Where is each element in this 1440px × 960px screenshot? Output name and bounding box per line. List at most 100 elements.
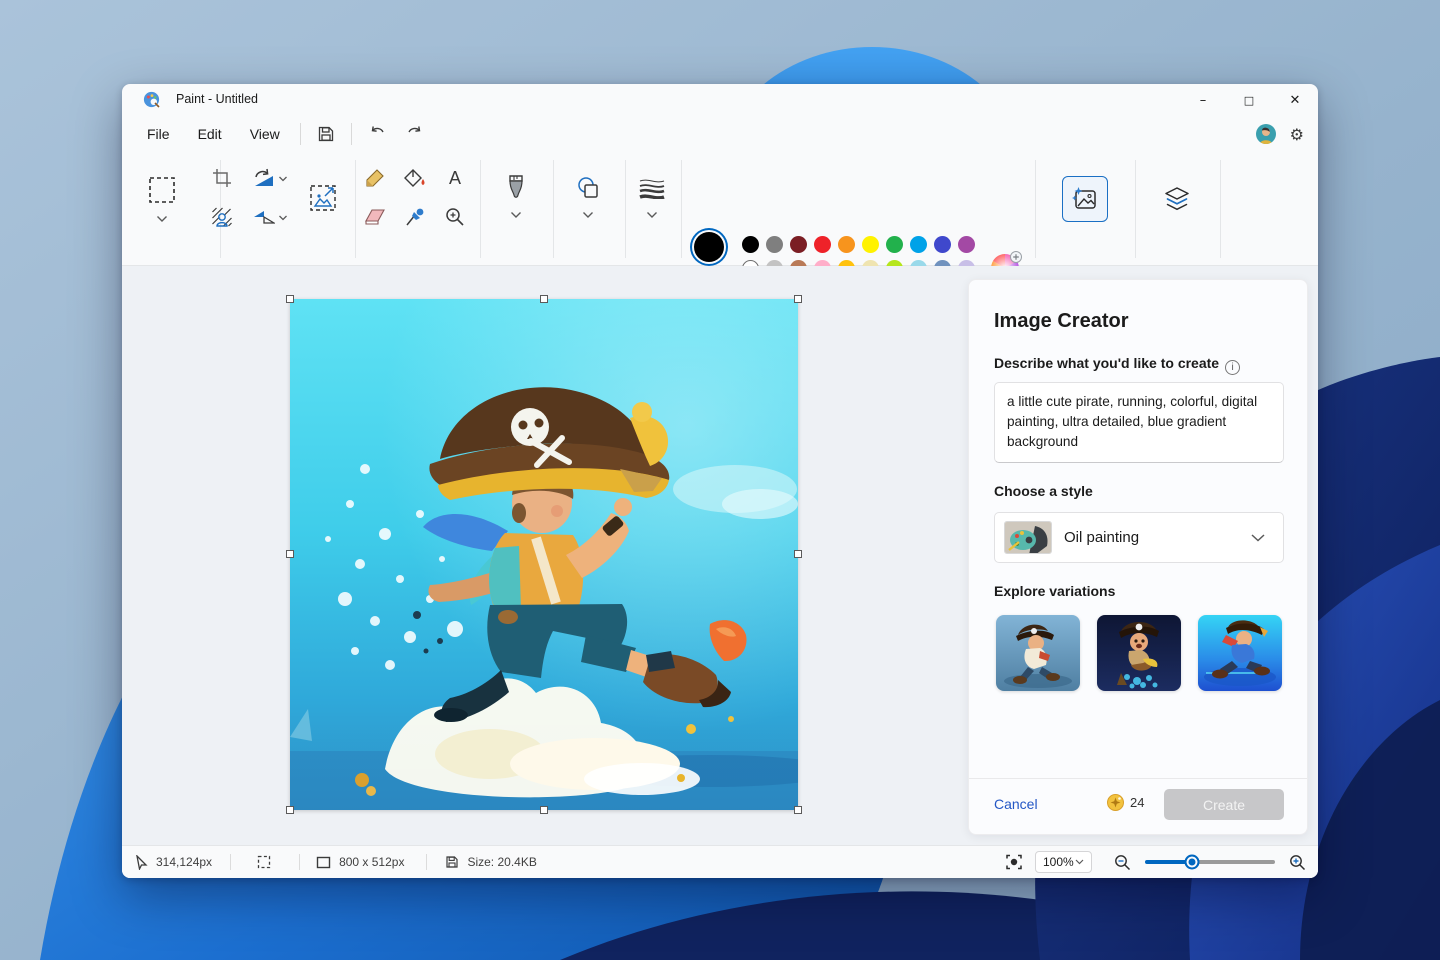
canvas-size-icon — [316, 856, 331, 869]
divider — [1135, 160, 1136, 258]
remove-background-button[interactable] — [212, 207, 233, 227]
selection-handle[interactable] — [286, 550, 294, 558]
selection-handle[interactable] — [794, 550, 802, 558]
flip-dropdown-chevron[interactable] — [279, 215, 288, 221]
window-title: Paint - Untitled — [176, 92, 258, 106]
redo-icon — [406, 125, 424, 143]
file-size-icon — [445, 855, 459, 869]
menu-file[interactable]: File — [133, 120, 184, 148]
zoom-slider-thumb[interactable] — [1184, 855, 1199, 870]
fill-tool-button[interactable] — [404, 168, 426, 188]
eraser-tool-button[interactable] — [364, 207, 386, 227]
color-swatch[interactable] — [958, 236, 975, 253]
color-swatch[interactable] — [790, 236, 807, 253]
credits-value: 24 — [1130, 795, 1144, 810]
zoom-slider[interactable] — [1145, 860, 1275, 864]
undo-button[interactable] — [358, 119, 396, 149]
svg-text:A: A — [449, 168, 461, 188]
style-label: Choose a style — [994, 483, 1093, 499]
fit-to-screen-icon[interactable] — [1005, 854, 1023, 870]
zoom-out-icon[interactable] — [1114, 854, 1131, 871]
selection-handle[interactable] — [794, 806, 802, 814]
flip-button[interactable] — [253, 208, 275, 226]
eraser-icon — [364, 207, 386, 227]
crop-button[interactable] — [212, 168, 232, 188]
magnifier-tool-button[interactable] — [445, 207, 465, 227]
create-button[interactable]: Create — [1164, 789, 1284, 820]
variation-thumbnail-2[interactable] — [1097, 615, 1181, 691]
user-avatar[interactable] — [1256, 124, 1276, 144]
save-button[interactable] — [307, 119, 345, 149]
foreground-color-swatch[interactable] — [694, 232, 724, 262]
divider — [355, 160, 356, 258]
image-creator-button[interactable] — [1062, 176, 1108, 222]
close-button[interactable]: ✕ — [1272, 84, 1318, 116]
file-size: Size: 20.4KB — [445, 855, 536, 869]
selection-handle[interactable] — [794, 295, 802, 303]
text-icon: A — [446, 168, 464, 188]
resize-button[interactable] — [309, 184, 337, 212]
image-creator-panel: Image Creator Describe what you'd like t… — [968, 279, 1308, 835]
selection-tool-button[interactable] — [147, 175, 177, 205]
brushes-button[interactable] — [507, 175, 525, 201]
resize-icon — [309, 184, 337, 212]
brush-icon — [507, 175, 525, 201]
color-picker-tool-button[interactable] — [405, 207, 425, 227]
color-swatch[interactable] — [838, 236, 855, 253]
zoom-level-dropdown[interactable]: 100% — [1035, 851, 1092, 873]
layers-button[interactable] — [1163, 185, 1191, 213]
color-swatch[interactable] — [862, 236, 879, 253]
divider — [230, 854, 231, 870]
magnifier-icon — [445, 207, 465, 227]
redo-button[interactable] — [396, 119, 434, 149]
cursor-icon — [135, 855, 148, 870]
crop-icon — [212, 168, 232, 188]
color-swatch[interactable] — [910, 236, 927, 253]
divider — [480, 160, 481, 258]
zoom-in-icon[interactable] — [1289, 854, 1306, 871]
menu-edit[interactable]: Edit — [184, 120, 236, 148]
pencil-tool-button[interactable] — [365, 168, 385, 188]
color-swatch[interactable] — [886, 236, 903, 253]
size-dropdown-chevron[interactable] — [647, 212, 658, 219]
minimize-button[interactable]: – — [1180, 84, 1226, 116]
color-swatch[interactable] — [934, 236, 951, 253]
eyedropper-icon — [405, 207, 425, 227]
selection-handle[interactable] — [540, 295, 548, 303]
selection-handle[interactable] — [540, 806, 548, 814]
layers-icon — [1163, 185, 1191, 213]
cancel-button[interactable]: Cancel — [994, 796, 1038, 812]
statusbar: 314,124px 800 x 512px — [122, 845, 1318, 878]
shapes-button[interactable] — [576, 176, 600, 200]
size-button[interactable] — [639, 177, 665, 199]
variation-thumbnail-1[interactable] — [996, 615, 1080, 691]
file-size-text: Size: 20.4KB — [467, 855, 536, 869]
desktop: Paint - Untitled – □ ✕ File Edit View — [0, 0, 1440, 960]
text-tool-button[interactable]: A — [446, 168, 464, 188]
brushes-dropdown-chevron[interactable] — [511, 212, 522, 219]
variation-thumbnail-3[interactable] — [1198, 615, 1282, 691]
rotate-dropdown-chevron[interactable] — [279, 176, 288, 182]
coin-icon — [1107, 794, 1124, 811]
rotate-button[interactable] — [253, 168, 275, 188]
titlebar: Paint - Untitled – □ ✕ — [122, 84, 1318, 114]
maximize-button[interactable]: □ — [1226, 84, 1272, 116]
selection-handle[interactable] — [286, 295, 294, 303]
divider — [426, 854, 427, 870]
ribbon-toolbar: Selection — [122, 154, 1318, 266]
settings-icon[interactable]: ⚙ — [1290, 125, 1304, 144]
info-icon[interactable]: i — [1225, 360, 1240, 375]
color-swatch[interactable] — [814, 236, 831, 253]
pencil-icon — [365, 168, 385, 188]
prompt-input[interactable]: a little cute pirate, running, colorful,… — [994, 382, 1284, 463]
color-swatch[interactable] — [742, 236, 759, 253]
selection-handle[interactable] — [286, 806, 294, 814]
canvas-image[interactable] — [290, 299, 798, 810]
line-size-icon — [639, 177, 665, 199]
shapes-dropdown-chevron[interactable] — [583, 212, 594, 219]
color-swatch[interactable] — [766, 236, 783, 253]
divider — [681, 160, 682, 258]
selection-dropdown-chevron[interactable] — [157, 216, 168, 223]
menu-view[interactable]: View — [236, 120, 294, 148]
style-dropdown[interactable]: Oil painting — [994, 512, 1284, 563]
